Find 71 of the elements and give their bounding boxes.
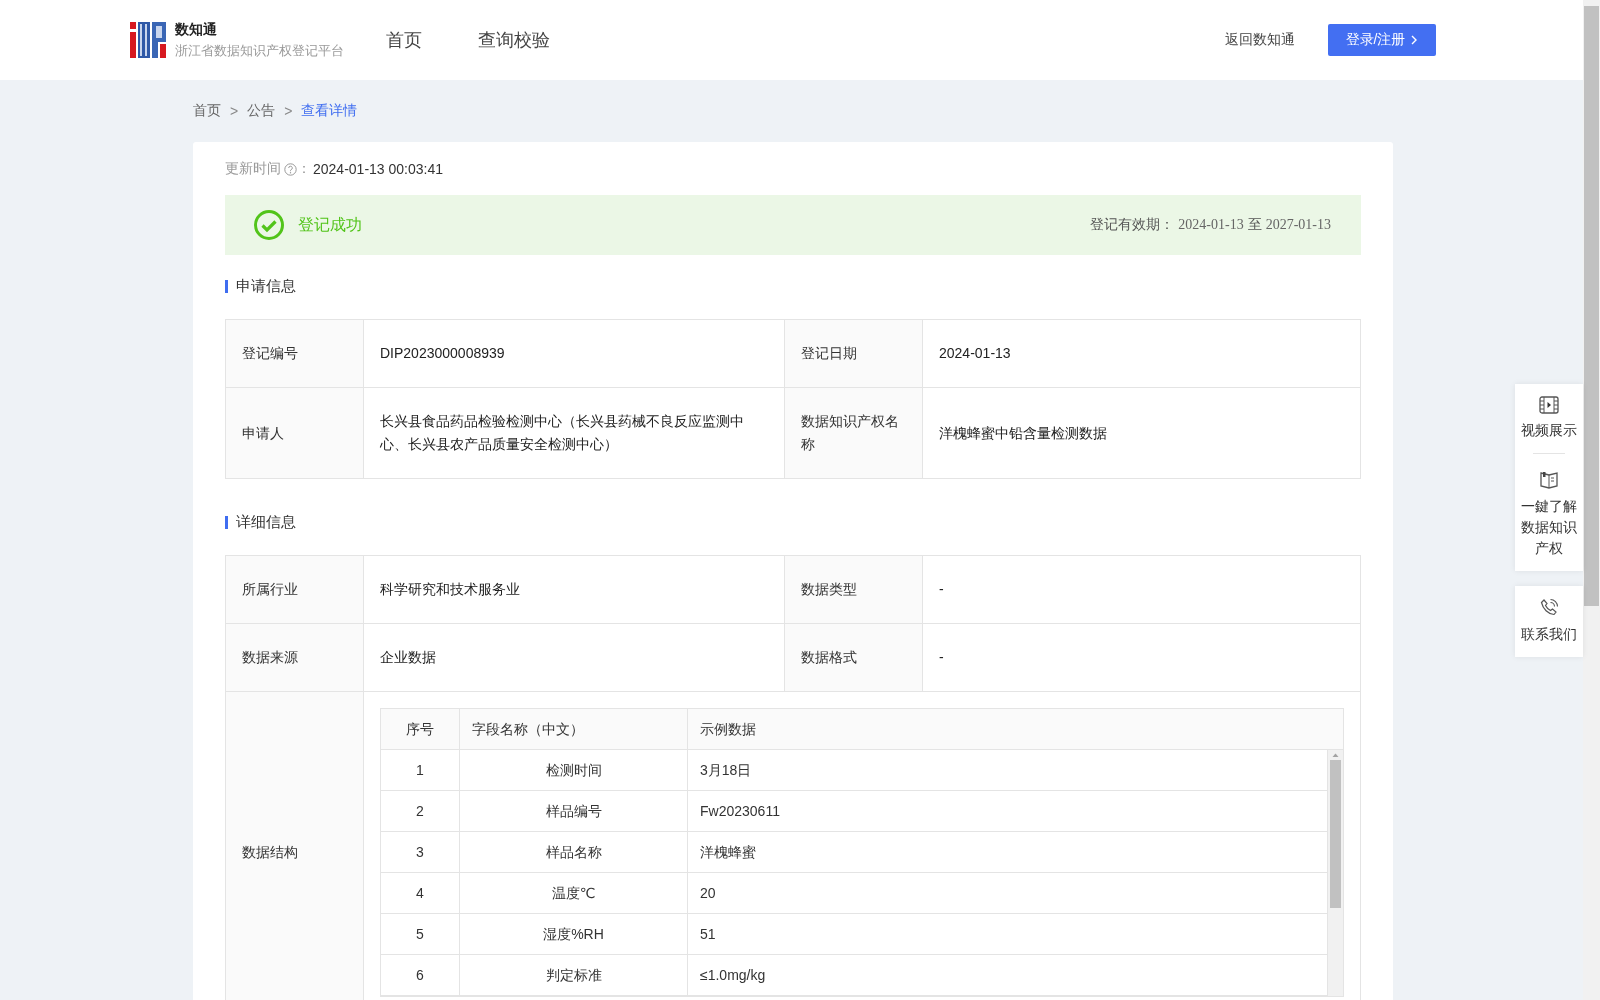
table-cell: 判定标准 (460, 955, 688, 995)
table-cell-text: ≤1.0mg/kg (699, 965, 767, 985)
logo-icon (130, 22, 166, 58)
table-cell: 2 (381, 791, 460, 831)
table-cell: 1 (381, 750, 460, 790)
update-label: 更新时间 (225, 160, 281, 178)
field-label: 数据知识产权名称 (785, 388, 922, 478)
scrollbar[interactable] (1327, 750, 1343, 996)
field-label: 数据格式 (785, 624, 922, 691)
field-label: 数据结构 (226, 692, 363, 1000)
book-icon (1539, 470, 1559, 490)
side-item[interactable]: 联系我们 (1521, 596, 1577, 647)
side-item[interactable]: 视频展示 (1521, 394, 1577, 443)
nav-link[interactable]: 查询校验 (478, 28, 550, 52)
chevron-icon (1411, 35, 1419, 45)
field-value: 2024-01-13 (923, 320, 1360, 387)
nav-link[interactable]: 首页 (386, 28, 422, 52)
field-label: 申请人 (226, 388, 363, 478)
table-cell: 6 (381, 955, 460, 995)
field-value: 科学研究和技术服务业 (364, 556, 784, 623)
field-label: 登记日期 (785, 320, 922, 387)
status-text: 登记成功 (298, 214, 362, 235)
field-label: 数据类型 (785, 556, 922, 623)
table-cell: 湿度%RH (460, 914, 688, 954)
section-title: 详细信息 (236, 512, 296, 532)
update-colon: ： (297, 160, 311, 178)
field-value: 洋槐蜂蜜中铅含量检测数据 (923, 388, 1360, 478)
breadcrumb-separator: > (230, 103, 239, 119)
login-button[interactable]: 登录/注册 (1328, 24, 1436, 56)
field-value: 企业数据 (364, 624, 784, 691)
table-cell-text: 洋槐蜂蜜 (699, 842, 757, 862)
side-item[interactable]: 一鍵了解数据知识产权 (1521, 468, 1577, 561)
film-icon (1539, 396, 1559, 414)
table-cell: 温度℃ (460, 873, 688, 913)
field-label: 数据来源 (226, 624, 363, 691)
field-value: DIP2023000008939 (364, 320, 784, 387)
table-cell-text: Fw20230611 (699, 801, 781, 821)
table-cell: 4 (381, 873, 460, 913)
column-header: 序号 (381, 709, 460, 749)
table-cell-text: 51 (699, 924, 717, 944)
breadcrumb-link[interactable]: 查看详情 (301, 102, 358, 120)
breadcrumb-separator: > (284, 103, 293, 119)
platform-subtitle: 浙江省数据知识产权登记平台 (175, 42, 344, 60)
table-cell: 5 (381, 914, 460, 954)
table-cell: 检测时间 (460, 750, 688, 790)
field-value: - (923, 624, 1360, 691)
field-value: - (923, 556, 1360, 623)
table-cell: 样品编号 (460, 791, 688, 831)
validity-date: 2027-01-13 (1265, 217, 1331, 233)
table-cell-text: 20 (699, 883, 717, 903)
check-circle-icon (253, 209, 285, 241)
validity-date: 2024-01-13 (1178, 217, 1244, 233)
validity-label: 登记有效期： (1090, 216, 1175, 234)
brand-name: 数知通 (175, 20, 218, 39)
scrollbar[interactable] (1583, 0, 1600, 1000)
breadcrumb-link[interactable]: 首页 (193, 102, 221, 120)
table-cell: 样品名称 (460, 832, 688, 872)
phone-icon (1539, 598, 1559, 618)
update-time: 2024-01-13 00:03:41 (313, 161, 443, 177)
validity-separator: 至 (1247, 216, 1262, 234)
breadcrumb-link[interactable]: 公告 (247, 102, 276, 120)
table-cell-text: 3月18日 (699, 760, 753, 780)
field-label: 登记编号 (226, 320, 363, 387)
column-header: 示例数据 (699, 719, 757, 739)
field-value: 长兴县食品药品检验检测中心（长兴县药械不良反应监测中心、长兴县农产品质量安全检测中心） (364, 388, 784, 478)
field-label: 所属行业 (226, 556, 363, 623)
back-link[interactable]: 返回数知通 (1225, 31, 1295, 49)
column-header: 字段名称（中文） (460, 709, 688, 749)
help-icon[interactable] (284, 162, 297, 176)
table-cell: 3 (381, 832, 460, 872)
section-title: 申请信息 (236, 276, 296, 296)
